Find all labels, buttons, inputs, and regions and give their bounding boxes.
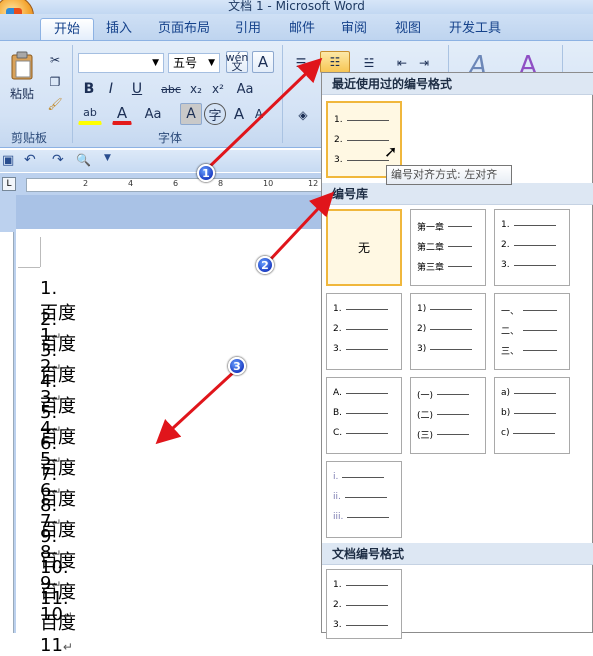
- annotation-marker-3: 3: [228, 357, 246, 375]
- arrow-3: [155, 368, 238, 445]
- arrow-2: [266, 191, 335, 264]
- annotation-marker-1: 1: [197, 164, 215, 182]
- annotation-overlay: [155, 57, 335, 445]
- annotation-marker-2: 2: [256, 256, 274, 274]
- arrow-1: [204, 57, 323, 172]
- paragraph-mark: ↵: [62, 640, 73, 654]
